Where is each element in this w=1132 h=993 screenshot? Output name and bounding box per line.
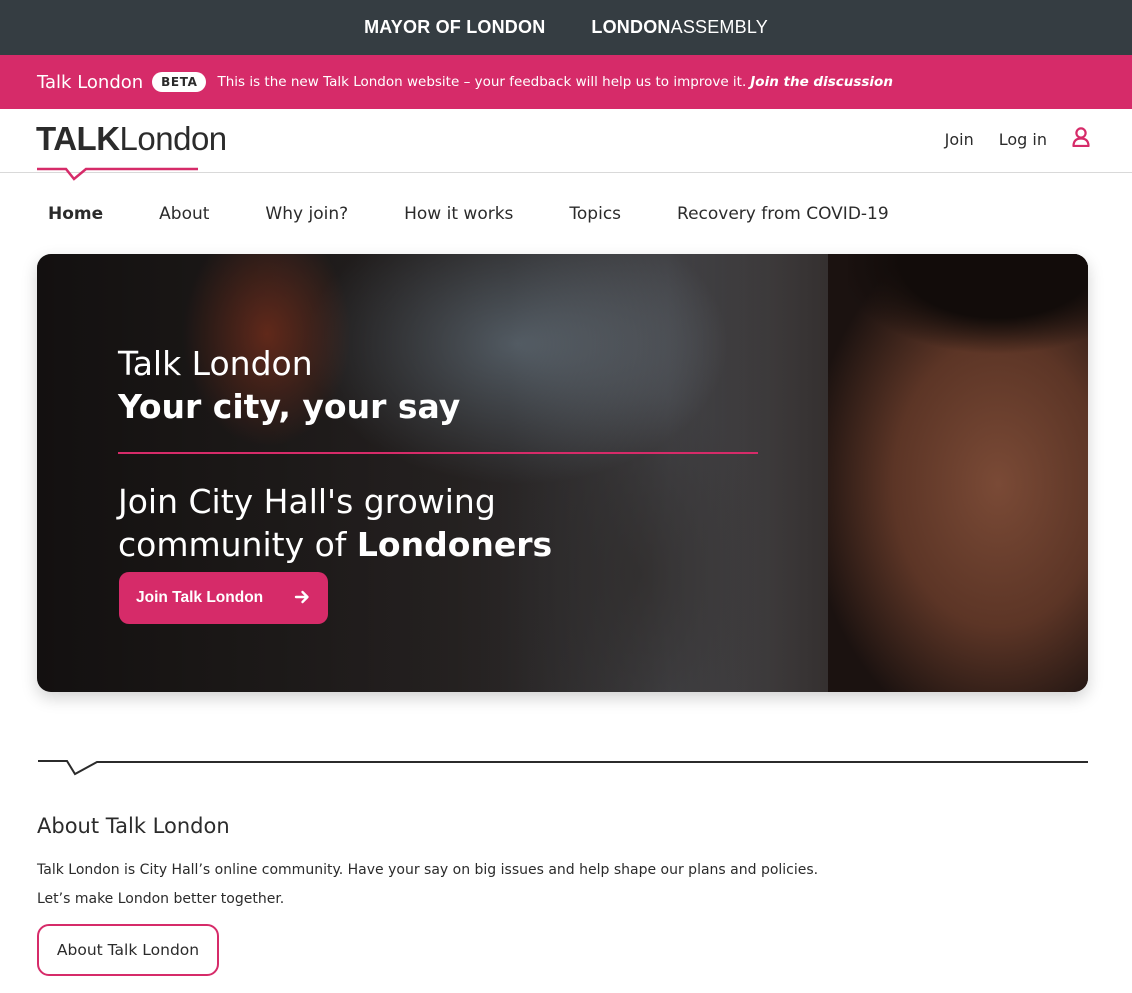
mayor-of-london-link[interactable]: MAYOR OF LONDON [364, 17, 545, 38]
nav-how-it-works[interactable]: How it works [404, 204, 513, 224]
login-link[interactable]: Log in [999, 130, 1047, 149]
beta-banner: Talk London BETA This is the new Talk Lo… [0, 55, 1132, 109]
hero-join-line2: community of Londoners [118, 523, 758, 566]
hero-divider [118, 452, 758, 454]
user-icon[interactable] [1072, 127, 1090, 151]
header-links: Join Log in [945, 127, 1090, 151]
gla-bar: MAYOR OF LONDON LONDONASSEMBLY [0, 0, 1132, 55]
arrow-right-icon [294, 590, 309, 604]
hero-content: Talk London Your city, your say Join Cit… [118, 342, 758, 566]
site-header: TALKLondon Join Log in [0, 109, 1132, 181]
beta-site-name: Talk London [37, 71, 144, 93]
join-discussion-link[interactable]: Join the discussion [750, 74, 893, 90]
nav-why-join[interactable]: Why join? [265, 204, 348, 224]
nav-home[interactable]: Home [48, 204, 103, 224]
assembly-rest-text: ASSEMBLY [670, 17, 768, 37]
assembly-bold-text: LONDON [591, 17, 671, 37]
hero-join-line1: Join City Hall's growing [118, 482, 496, 521]
hero-subtitle: Your city, your say [118, 387, 461, 426]
logo-bold-text: TALK [36, 120, 120, 157]
about-description: Talk London is City Hall’s online commun… [37, 862, 819, 878]
hero-join-bold: Londoners [356, 525, 553, 564]
nav-recovery-covid[interactable]: Recovery from COVID-19 [677, 204, 889, 224]
main-nav: Home About Why join? How it works Topics… [48, 204, 945, 224]
beta-badge: BETA [152, 72, 207, 92]
join-talk-london-button[interactable]: Join Talk London [119, 572, 328, 624]
join-link[interactable]: Join [945, 130, 974, 149]
talk-london-logo[interactable]: TALKLondon [36, 122, 236, 182]
logo-rest-text: London [119, 120, 228, 157]
about-heading: About Talk London [37, 814, 230, 838]
nav-about[interactable]: About [159, 204, 209, 224]
logo-speech-tail-icon [37, 167, 198, 181]
london-assembly-link[interactable]: LONDONASSEMBLY [591, 17, 768, 38]
about-tagline: Let’s make London better together. [37, 891, 285, 907]
beta-message: This is the new Talk London website – yo… [217, 74, 747, 90]
hero-banner: Talk London Your city, your say Join Cit… [37, 254, 1088, 692]
nav-topics[interactable]: Topics [569, 204, 621, 224]
hero-title: Talk London [118, 344, 313, 383]
hero-join-text: Join City Hall's growing community of Lo… [118, 480, 758, 566]
about-talk-london-button[interactable]: About Talk London [37, 924, 219, 976]
join-button-label: Join Talk London [136, 589, 264, 606]
logo-text: TALKLondon [36, 122, 236, 155]
hero-join-prefix: community of [118, 525, 357, 564]
speech-divider-icon [38, 760, 1088, 776]
